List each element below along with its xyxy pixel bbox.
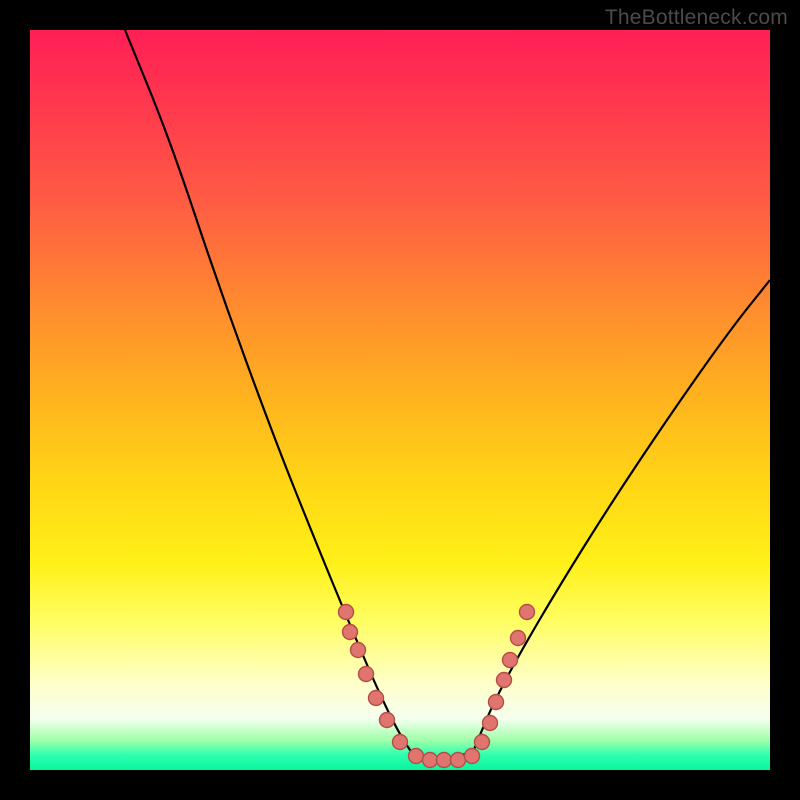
- marker-dot: [339, 605, 354, 620]
- marker-dot: [409, 749, 424, 764]
- series-right-curve: [473, 280, 770, 752]
- marker-dot: [520, 605, 535, 620]
- curve-layer: [30, 30, 770, 770]
- marker-dot: [369, 691, 384, 706]
- dots-group: [339, 605, 535, 768]
- marker-dot: [483, 716, 498, 731]
- marker-dot: [423, 753, 438, 768]
- marker-dot: [437, 753, 452, 768]
- plot-area: [30, 30, 770, 770]
- marker-dot: [475, 735, 490, 750]
- marker-dot: [351, 643, 366, 658]
- chart-frame: TheBottleneck.com: [0, 0, 800, 800]
- marker-dot: [343, 625, 358, 640]
- series-left-curve: [125, 30, 414, 756]
- marker-dot: [511, 631, 526, 646]
- curves-group: [125, 30, 770, 759]
- watermark-text: TheBottleneck.com: [605, 6, 788, 30]
- marker-dot: [393, 735, 408, 750]
- marker-dot: [503, 653, 518, 668]
- marker-dot: [359, 667, 374, 682]
- marker-dot: [451, 753, 466, 768]
- marker-dot: [465, 749, 480, 764]
- marker-dot: [489, 695, 504, 710]
- marker-dot: [380, 713, 395, 728]
- marker-dot: [497, 673, 512, 688]
